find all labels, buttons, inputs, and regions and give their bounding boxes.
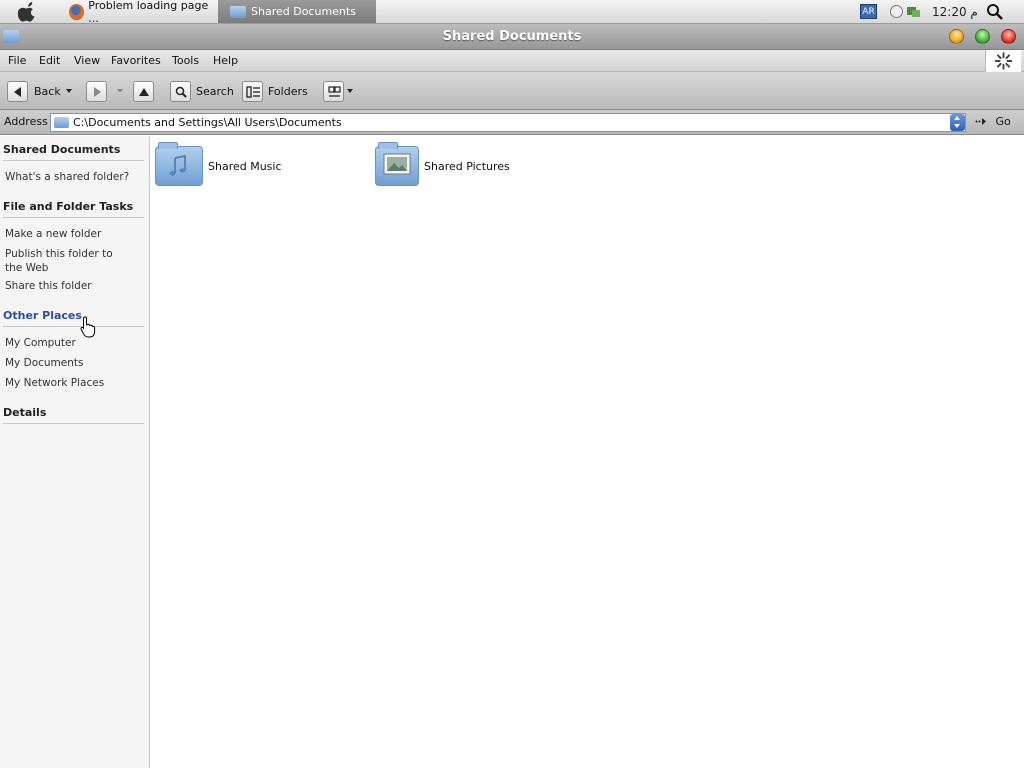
go-button[interactable]: Go (975, 115, 1011, 128)
folders-button[interactable] (242, 81, 263, 102)
taskbar-item-label: Shared Documents (251, 5, 356, 18)
folder-icon (54, 117, 69, 128)
views-button[interactable] (323, 81, 344, 102)
address-value: C:\Documents and Settings\All Users\Docu… (73, 116, 342, 129)
loading-spinner-icon (985, 50, 1021, 72)
taskbar-item-label: Problem loading page ... (88, 0, 209, 25)
section-divider (3, 326, 144, 327)
back-arrow-icon (14, 87, 21, 97)
go-label: Go (995, 115, 1011, 128)
top-menubar: Problem loading page ... Shared Document… (0, 0, 1024, 25)
search-button[interactable] (170, 81, 191, 102)
section-divider (3, 423, 144, 424)
section-title-details[interactable]: Details (3, 406, 46, 419)
link-my-computer[interactable]: My Computer (5, 336, 135, 350)
close-button[interactable] (1001, 29, 1016, 44)
section-divider (3, 160, 144, 161)
music-folder-icon (155, 142, 203, 186)
window-titlebar[interactable]: Shared Documents (0, 24, 1024, 50)
search-icon (175, 86, 187, 98)
menu-file[interactable]: File (8, 54, 26, 67)
taskbar-item-shared-documents[interactable]: Shared Documents (218, 0, 376, 23)
folder-content-area[interactable]: Shared Music Shared Pictures (150, 136, 1024, 768)
apple-menu-icon[interactable] (18, 2, 38, 22)
taskbar-item-browser[interactable]: Problem loading page ... (66, 0, 216, 25)
go-arrow-icon (975, 118, 986, 125)
search-label[interactable]: Search (196, 85, 234, 98)
firefox-icon (69, 3, 85, 20)
link-publish-folder-web[interactable]: Publish this folder to the Web (5, 247, 130, 275)
link-share-this-folder[interactable]: Share this folder (5, 279, 135, 293)
address-dropdown-button[interactable] (950, 114, 965, 131)
back-label[interactable]: Back (34, 85, 61, 98)
menu-view[interactable]: View (74, 54, 100, 67)
link-my-documents[interactable]: My Documents (5, 356, 135, 370)
up-folder-button[interactable] (133, 81, 154, 102)
folder-icon (230, 5, 246, 18)
section-title-file-folder-tasks[interactable]: File and Folder Tasks (3, 200, 133, 213)
address-input[interactable]: C:\Documents and Settings\All Users\Docu… (50, 113, 966, 132)
folders-label[interactable]: Folders (268, 85, 308, 98)
link-whats-a-shared-folder[interactable]: What's a shared folder? (5, 170, 135, 184)
hand-cursor-icon (80, 316, 96, 338)
views-dropdown-arrow-icon[interactable] (347, 89, 353, 93)
section-title-other-places[interactable]: Other Places (3, 309, 82, 322)
address-bar: Address C:\Documents and Settings\All Us… (0, 110, 1024, 135)
link-my-network-places[interactable]: My Network Places (5, 376, 135, 390)
clock[interactable]: 12:20 م (932, 5, 978, 19)
forward-button[interactable] (86, 81, 107, 102)
menu-tools[interactable]: Tools (172, 54, 199, 67)
forward-dropdown-arrow-icon[interactable] (117, 89, 123, 93)
task-pane: Shared Documents What's a shared folder?… (0, 136, 150, 768)
folders-pane-icon (246, 86, 260, 98)
tray-status-icon[interactable] (890, 5, 903, 18)
network-tray-icon[interactable] (906, 4, 921, 19)
section-divider (3, 217, 144, 218)
maximize-button[interactable] (975, 29, 990, 44)
folder-item-shared-music[interactable]: Shared Music (155, 142, 282, 190)
toolbar: Back Search Folders (0, 72, 1024, 110)
menu-bar: File Edit View Favorites Tools Help (0, 50, 1024, 72)
folder-item-label: Shared Music (208, 159, 282, 173)
folder-item-shared-pictures[interactable]: Shared Pictures (375, 142, 510, 190)
section-title-shared-documents[interactable]: Shared Documents (3, 143, 120, 156)
menu-favorites[interactable]: Favorites (111, 54, 161, 67)
folder-item-label: Shared Pictures (424, 159, 510, 173)
link-make-new-folder[interactable]: Make a new folder (5, 227, 135, 241)
window-title: Shared Documents (442, 29, 582, 44)
minimize-button[interactable] (949, 29, 964, 44)
address-label: Address (4, 115, 48, 128)
language-indicator[interactable]: AR (860, 4, 877, 19)
up-arrow-icon (139, 88, 149, 96)
views-icon (328, 86, 341, 97)
menu-help[interactable]: Help (213, 54, 238, 67)
forward-arrow-icon (94, 87, 101, 97)
back-button[interactable] (7, 81, 28, 102)
back-dropdown-arrow-icon[interactable] (66, 89, 72, 93)
spotlight-search-icon[interactable] (986, 3, 1004, 21)
pictures-folder-icon (375, 142, 419, 186)
menu-edit[interactable]: Edit (39, 54, 60, 67)
